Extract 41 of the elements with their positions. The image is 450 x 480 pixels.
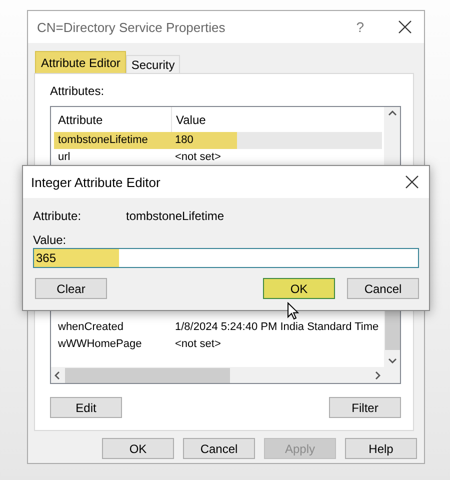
scrollbar-thumb[interactable] (384, 308, 400, 350)
list-row[interactable]: tombstoneLifetime 180 (54, 132, 382, 149)
dialog-button[interactable]: Cancel (347, 278, 419, 299)
dialog-button[interactable]: OK (263, 278, 335, 299)
attribute-label: Attribute: (33, 209, 82, 223)
attribute-value: 180 (171, 132, 237, 149)
dialog-title: Integer Attribute Editor (31, 174, 160, 190)
dialog-button[interactable]: Cancel (183, 438, 255, 459)
attribute-name: url (57, 150, 72, 165)
dialog-button[interactable]: Clear (35, 278, 107, 299)
scroll-right-icon (375, 370, 381, 380)
mouse-pointer-icon (287, 302, 299, 320)
dialog-button[interactable]: Help (345, 438, 417, 459)
dialog-button[interactable]: OK (102, 438, 174, 459)
attribute-name: whenCreated (57, 320, 124, 335)
scroll-up-icon (388, 110, 396, 116)
window-title: CN=Directory Service Properties (37, 20, 226, 34)
attributes-label: Attributes: (50, 84, 106, 100)
list-row[interactable]: wWWHomePage <not set> (54, 336, 382, 353)
column-header[interactable]: Value (172, 107, 206, 132)
scroll-down-icon (388, 358, 396, 364)
attribute-name: wWWHomePage (57, 337, 143, 352)
list-row[interactable]: whenCreated 1/8/2024 5:24:40 PM India Standard Time (54, 319, 382, 336)
tab[interactable]: Attribute Editor (35, 51, 126, 73)
attribute-name: tombstoneLifetime (126, 209, 224, 223)
attribute-value: 1/8/2024 5:24:40 PM India Standard Time (174, 320, 380, 335)
attribute-value: <not set> (174, 337, 222, 352)
attribute-value: <not set> (174, 150, 222, 165)
value-field[interactable]: 365 (33, 248, 419, 268)
horizontal-scrollbar[interactable] (51, 367, 384, 383)
tab[interactable]: Security (126, 55, 180, 73)
list-row[interactable]: url <not set> (54, 149, 382, 166)
help-button[interactable]: ? (356, 19, 364, 35)
value-label: Value: (33, 233, 68, 248)
close-icon[interactable] (405, 175, 419, 189)
scroll-left-icon (54, 370, 60, 380)
attribute-name: tombstoneLifetime (54, 132, 171, 149)
scrollbar-thumb[interactable] (65, 368, 230, 382)
list-action-button[interactable]: Filter (329, 397, 401, 418)
list-action-button[interactable]: Edit (50, 397, 122, 418)
close-icon[interactable] (398, 20, 412, 34)
